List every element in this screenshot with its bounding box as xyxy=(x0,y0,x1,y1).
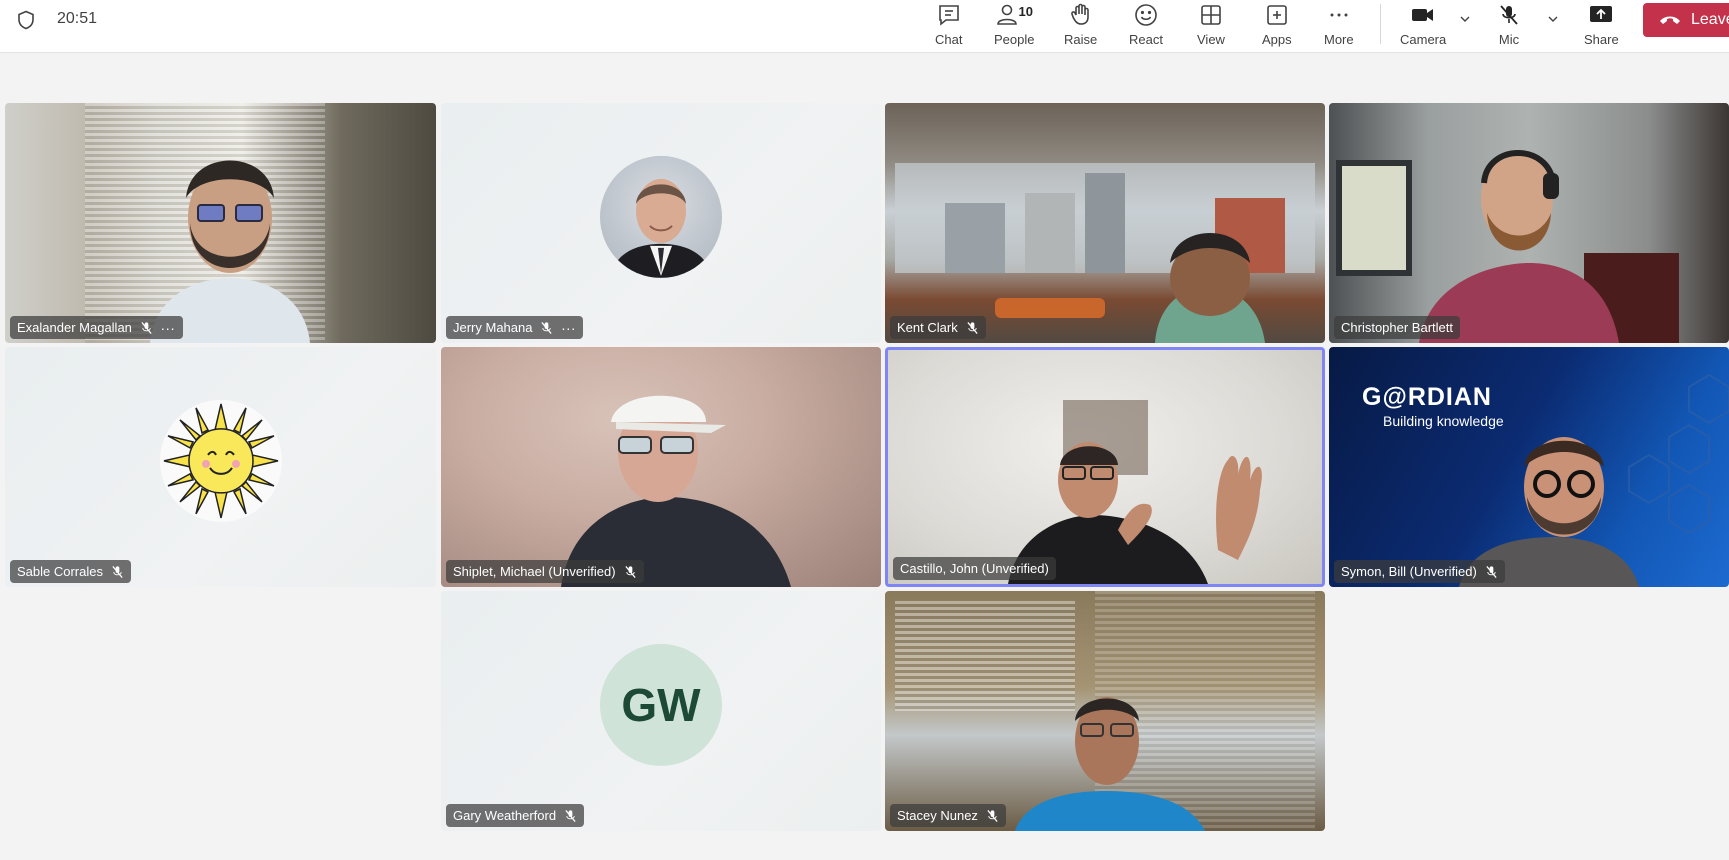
participant-nameplate: Sable Corrales xyxy=(10,560,131,583)
camera-icon xyxy=(1412,9,1434,21)
view-button[interactable]: View xyxy=(1197,0,1225,53)
participant-nameplate: Exalander Magallan ... xyxy=(10,316,183,339)
share-icon xyxy=(1590,6,1613,22)
participant-more-options-icon[interactable]: ... xyxy=(561,318,576,332)
participant-nameplate: Jerry Mahana ... xyxy=(446,316,584,339)
meeting-toolbar: 20:51 Chat 10 People Raise React View Ap… xyxy=(0,0,1729,53)
meeting-timer: 20:51 xyxy=(57,10,98,27)
mic-muted-icon xyxy=(112,565,123,578)
participant-nameplate: Shiplet, Michael (Unverified) xyxy=(446,560,644,583)
participant-tile-stacey-nunez[interactable]: Stacey Nunez xyxy=(885,591,1325,831)
grid-view-icon xyxy=(1201,5,1221,25)
mic-muted-icon xyxy=(624,565,636,578)
participant-video xyxy=(1459,373,1729,587)
participant-video xyxy=(1336,150,1679,343)
camera-options-chevron-down-icon[interactable] xyxy=(1458,12,1472,26)
toolbar-divider xyxy=(1380,4,1381,44)
participant-video xyxy=(895,163,1315,343)
participant-tile-jerry-mahana[interactable]: Jerry Mahana ... xyxy=(441,103,881,343)
mic-muted-icon xyxy=(987,809,998,822)
more-icon xyxy=(1330,13,1348,17)
mic-off-icon xyxy=(1500,5,1518,25)
share-button[interactable]: Share xyxy=(1584,0,1619,53)
participant-video xyxy=(1008,400,1262,584)
mic-muted-icon xyxy=(967,321,978,334)
mic-muted-icon xyxy=(1486,565,1497,578)
mic-options-chevron-down-icon[interactable] xyxy=(1546,12,1560,26)
camera-button[interactable]: Camera xyxy=(1400,0,1446,53)
chat-button[interactable]: Chat xyxy=(935,0,962,53)
smiley-icon xyxy=(1135,4,1157,26)
participant-tile-exalander-magallan[interactable]: Exalander Magallan ... xyxy=(5,103,436,343)
mic-button[interactable]: Mic xyxy=(1497,0,1521,53)
participant-nameplate: Castillo, John (Unverified) xyxy=(893,557,1056,580)
participant-nameplate: Symon, Bill (Unverified) xyxy=(1334,560,1505,583)
chat-icon xyxy=(938,5,959,26)
avatar-portrait xyxy=(610,178,712,278)
hang-up-icon xyxy=(1660,16,1680,24)
mic-muted-icon xyxy=(141,321,152,334)
participant-tile-castillo-john[interactable]: Castillo, John (Unverified) xyxy=(885,347,1325,587)
participant-more-options-icon[interactable]: ... xyxy=(161,318,176,332)
participant-nameplate: Kent Clark xyxy=(890,316,986,339)
more-button[interactable]: More xyxy=(1324,0,1354,53)
participant-nameplate: Christopher Bartlett xyxy=(1334,316,1460,339)
people-count-badge: 10 xyxy=(1018,3,1033,19)
participant-avatar-sun xyxy=(159,399,282,522)
leave-button[interactable]: Leave xyxy=(1643,3,1729,37)
participant-tile-shiplet-michael[interactable]: Shiplet, Michael (Unverified) xyxy=(441,347,881,587)
raise-hand-icon xyxy=(1070,3,1089,25)
raise-hand-button[interactable]: Raise xyxy=(1064,0,1097,53)
participant-tile-christopher-bartlett[interactable]: Christopher Bartlett xyxy=(1329,103,1729,343)
shield-icon xyxy=(18,10,34,30)
participant-video xyxy=(561,395,791,587)
react-button[interactable]: React xyxy=(1129,0,1163,53)
people-button[interactable]: 10 People xyxy=(994,0,1034,53)
participant-tile-kent-clark[interactable]: Kent Clark xyxy=(885,103,1325,343)
people-icon xyxy=(996,4,1017,25)
participant-nameplate: Stacey Nunez xyxy=(890,804,1006,827)
mic-muted-icon xyxy=(541,321,553,334)
apps-button[interactable]: Apps xyxy=(1262,0,1292,53)
participant-video xyxy=(150,160,310,343)
participant-video xyxy=(1015,697,1205,831)
participant-avatar-initials: GW xyxy=(600,643,722,766)
participant-avatar-photo xyxy=(600,155,722,278)
participant-tile-symon-bill[interactable]: G@RDIAN Building knowledge Symon, Bill (… xyxy=(1329,347,1729,587)
participant-tile-gary-weatherford[interactable]: GW Gary Weatherford xyxy=(441,591,881,831)
sun-avatar-icon xyxy=(163,403,278,519)
participant-tile-sable-corrales[interactable]: Sable Corrales xyxy=(5,347,436,587)
mic-muted-icon xyxy=(565,809,576,822)
add-app-icon xyxy=(1267,5,1287,25)
participant-nameplate: Gary Weatherford xyxy=(446,804,585,827)
